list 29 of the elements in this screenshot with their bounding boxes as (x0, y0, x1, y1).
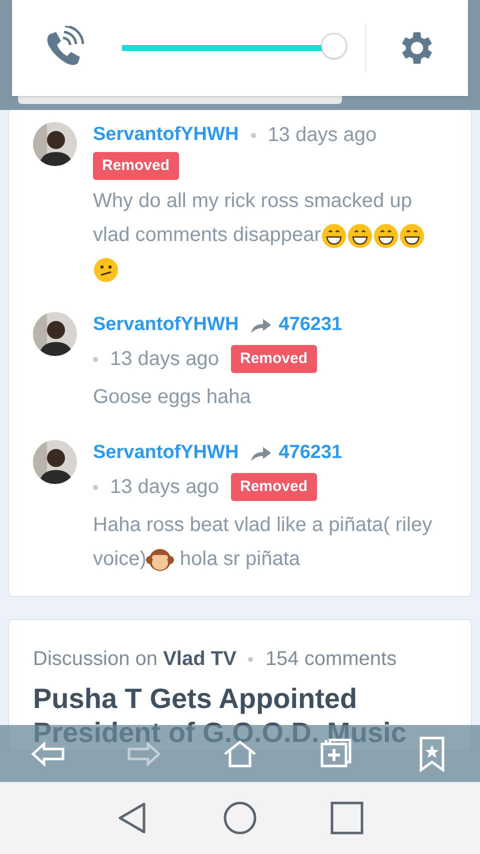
comment-count: 154 comments (265, 647, 397, 672)
avatar (33, 122, 77, 166)
author-link[interactable]: ServantofYHWH (93, 308, 239, 342)
grinning-face-icon (320, 222, 347, 249)
avatar (33, 440, 77, 484)
grinning-face-icon (398, 222, 425, 249)
comment-time[interactable]: 13 days ago (110, 470, 219, 504)
monkey-face-icon (146, 546, 174, 573)
removed-label: Removed (93, 152, 179, 180)
comment-time[interactable]: 13 days ago (110, 342, 219, 376)
author-link[interactable]: ServantofYHWH (93, 118, 239, 152)
comment-text: Goose eggs haha (93, 385, 252, 410)
removed-label: Removed (230, 345, 317, 373)
reply-to-link[interactable]: 476231 (278, 436, 342, 470)
reply-arrow-icon (250, 445, 271, 461)
reply-arrow-icon (250, 317, 271, 333)
author-link[interactable]: ServantofYHWH (93, 436, 239, 470)
comment-text: Haha ross beat vlad like a piñata( riley voice) hola sr piñata (93, 508, 447, 576)
reply-to-link[interactable]: 476231 (278, 308, 342, 342)
grinning-face-icon (372, 222, 399, 249)
grinning-face-icon (346, 222, 373, 249)
comment-time[interactable]: 13 days ago (268, 118, 377, 152)
discussion-source: Discussion on Vlad TV (33, 647, 236, 672)
confused-face-icon (93, 256, 119, 283)
removed-label: Removed (230, 473, 317, 501)
avatar (33, 312, 77, 356)
home-circle-icon[interactable] (222, 801, 257, 835)
comment-text: Why do all my rick ross smacked up vlad comments disappear (93, 184, 447, 286)
recents-square-icon[interactable] (330, 801, 364, 835)
